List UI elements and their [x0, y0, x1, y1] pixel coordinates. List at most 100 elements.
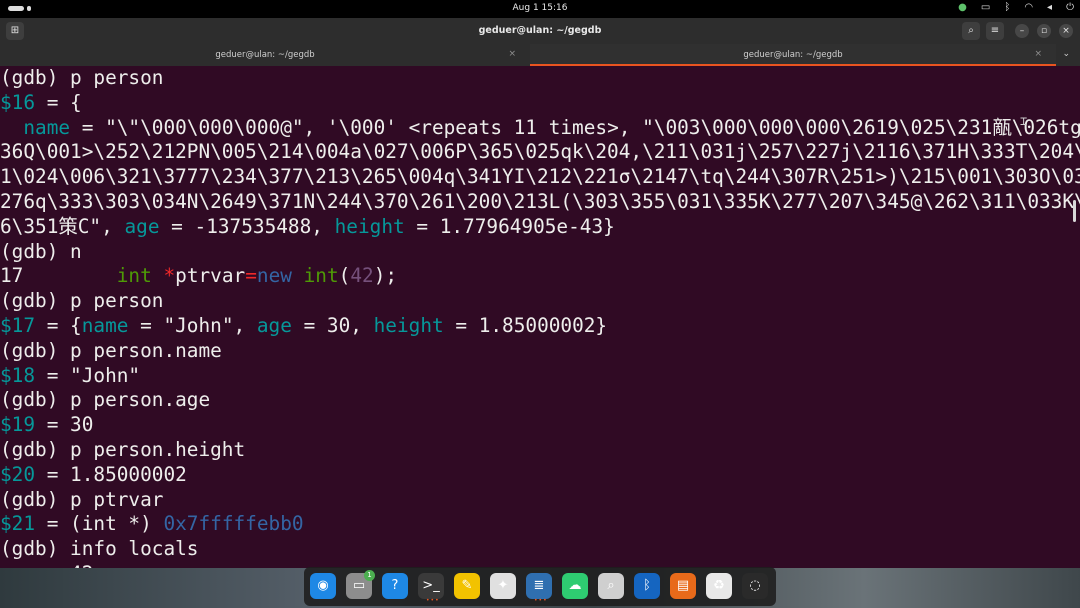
writer-icon[interactable]: ≣ •••	[526, 573, 552, 604]
dock-glyph: >_	[422, 578, 440, 593]
terminal-line: $16 = {	[0, 91, 82, 115]
terminal-text: (gdb) p person.name	[0, 338, 222, 362]
maximize-button[interactable]: ▫	[1037, 24, 1051, 38]
running-indicator: •••	[426, 597, 440, 604]
terminal-line: $18 = "John"	[0, 364, 140, 388]
system-tray[interactable]: ● ▭ ᛒ ◠ ◂ ⏻	[958, 2, 1074, 13]
search-icon[interactable]: ⌕	[962, 22, 980, 40]
close-button[interactable]: ×	[1059, 24, 1073, 38]
terminal-line: (gdb) n	[0, 240, 82, 264]
tab-bar: geduer@ulan: ~/gegdb × geduer@ulan: ~/ge…	[0, 44, 1080, 66]
help-icon[interactable]: ?	[382, 573, 408, 599]
tab-close-icon[interactable]: ×	[508, 49, 516, 59]
wifi-icon[interactable]: ◠	[1024, 2, 1033, 13]
tab-terminal-1[interactable]: geduer@ulan: ~/gegdb ×	[0, 44, 530, 66]
clock[interactable]: Aug 1 15:16	[0, 3, 1080, 13]
terminal-text: (gdb) p person.height	[0, 438, 246, 461]
terminal-text: new	[256, 264, 292, 288]
terminal-text: 42	[350, 264, 374, 288]
terminal-text: int	[303, 264, 339, 288]
dock-glyph: ✎	[461, 578, 473, 593]
terminal-line: (gdb) info locals	[0, 537, 198, 561]
terminal-text: 1\024\006\321\3777\234\377\213\265\004q\…	[0, 165, 1080, 189]
scrollbar-thumb[interactable]	[1073, 200, 1076, 222]
inkscape-icon[interactable]: ✦	[490, 573, 516, 599]
terminal-line: name = "\"\000\000\000@", '\000' <repeat…	[0, 116, 1080, 140]
terminal-text: (gdb) p person	[0, 289, 164, 313]
terminal-text: (gdb) p person	[0, 66, 164, 89]
minimize-button[interactable]: –	[1015, 24, 1029, 38]
system-top-bar: Aug 1 15:16 ● ▭ ᛒ ◠ ◂ ⏻	[0, 0, 1080, 18]
terminal-icon[interactable]: >_ •••	[418, 573, 444, 604]
terminal-text: 17	[0, 264, 117, 288]
terminal-text: age	[124, 214, 160, 238]
text-editor-icon[interactable]: ✎	[454, 573, 480, 599]
terminal-text: );	[373, 264, 398, 288]
dock-glyph: ?	[391, 578, 399, 593]
chrome-icon[interactable]: ◉	[310, 573, 336, 599]
terminal-text: (gdb) info locals	[0, 537, 199, 561]
image-viewer-icon[interactable]: ⌕	[598, 573, 624, 599]
terminal-text: = 30	[35, 413, 94, 437]
terminal-line: (gdb) p ptrvar	[0, 488, 163, 512]
terminal-text: $17	[0, 314, 36, 337]
terminal-text: $16	[0, 90, 36, 114]
terminal-text: = {	[35, 90, 82, 114]
terminal-text: 6\351策C",	[0, 214, 125, 238]
terminal-text: height	[373, 314, 444, 337]
screen-share-icon[interactable]: ▭	[981, 2, 990, 13]
menu-icon[interactable]: ≡	[986, 22, 1004, 40]
tab-close-icon[interactable]: ×	[1034, 49, 1042, 59]
terminal-line: $21 = (int *) 0x7fffffebb0	[0, 512, 304, 536]
terminal-text: name	[81, 314, 129, 337]
terminal-text: ptrvar	[175, 264, 246, 288]
power-icon[interactable]: ⏻	[1066, 2, 1074, 13]
dock-glyph: ⌕	[607, 578, 615, 593]
notification-badge: 1	[364, 570, 375, 581]
terminal-line: (gdb) p person.height	[0, 438, 245, 462]
terminal-line: 17 int *ptrvar=new int(42);	[0, 264, 397, 288]
files-icon[interactable]: ▭ 1	[346, 570, 375, 599]
window-title: geduer@ulan: ~/gegdb	[478, 25, 602, 36]
terminal-text: $19	[0, 413, 36, 437]
terminal-text: = "\"\000\000\000@", '\000' <repeats 11 …	[70, 115, 1080, 139]
terminal-line: 6\351策C", age = -137535488, height = 1.7…	[0, 215, 615, 239]
trash-icon[interactable]: ♻	[706, 573, 732, 599]
terminal-text: = 1.85000002	[35, 462, 187, 486]
chevron-down-icon[interactable]: ⌄	[1062, 49, 1070, 59]
terminal-text: (gdb) p ptrvar	[0, 487, 164, 511]
volume-icon[interactable]: ◂	[1047, 2, 1052, 13]
terminal-text: $20	[0, 462, 36, 486]
terminal-text: 0x7fffffebb0	[163, 512, 304, 536]
terminal-line: (gdb) p person	[0, 66, 163, 90]
terminal-text: = "John"	[35, 363, 141, 387]
running-indicator: •••	[534, 597, 548, 604]
bluetooth-icon[interactable]: ᛒ	[1004, 2, 1010, 13]
wechat-icon[interactable]: ●	[958, 2, 967, 13]
dock-glyph: ᛒ	[643, 578, 651, 593]
tab-label: geduer@ulan: ~/gegdb	[215, 50, 315, 60]
tab-label: geduer@ulan: ~/gegdb	[743, 50, 843, 60]
terminal-text: 276q\333\303\034N\2649\371N\244\370\261\…	[0, 190, 1080, 213]
bluetooth-icon[interactable]: ᛒ	[634, 573, 660, 599]
ubuntu-apps-icon[interactable]: ◌	[742, 573, 768, 599]
dock-glyph: ☁	[568, 578, 582, 593]
terminal-text: 36Q\001>\252\212PN\005\214\004a\027\006P…	[0, 140, 1080, 164]
impress-icon[interactable]: ▤	[670, 573, 696, 599]
terminal-text: $18	[0, 363, 36, 387]
tab-terminal-2[interactable]: geduer@ulan: ~/gegdb ×	[530, 44, 1056, 66]
terminal-text: $21	[0, 512, 36, 536]
terminal-text: (gdb) n	[0, 239, 82, 263]
terminal-text: = 1.77964905e-43}	[404, 214, 615, 238]
terminal-text: int	[116, 264, 152, 288]
terminal-line: $17 = {name = "John", age = 30, height =…	[0, 314, 607, 338]
terminal-text: (	[338, 264, 351, 288]
dock: ◉ ▭ 1? >_ ••• ✎ ✦ ≣ ••• ☁ ⌕ ᛒ ▤ ♻ ◌	[304, 567, 776, 606]
terminal-output[interactable]: (gdb) p person $16 = { name = "\"\000\000…	[0, 66, 1080, 568]
wechat-icon[interactable]: ☁	[562, 573, 588, 599]
terminal-text: = {	[35, 314, 82, 337]
dock-glyph: ✦	[497, 578, 509, 593]
terminal-text: age	[256, 314, 292, 337]
terminal-line: (gdb) p person.name	[0, 339, 222, 363]
